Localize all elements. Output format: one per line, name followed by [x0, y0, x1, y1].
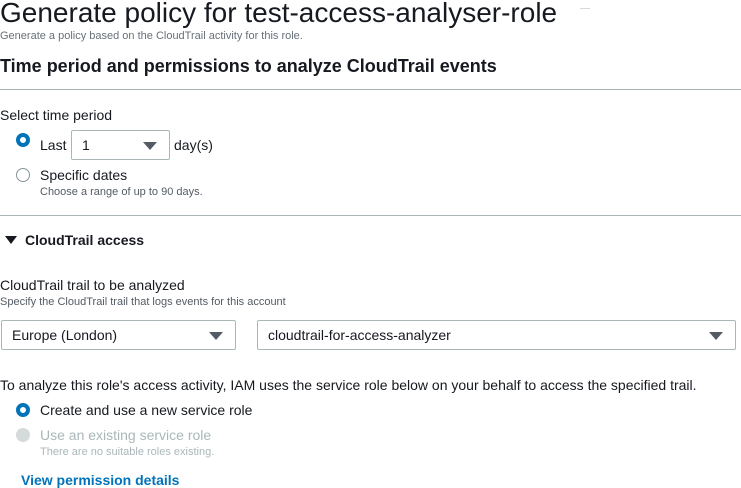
existing-role-label: Use an existing service role [40, 427, 212, 443]
days-select-value: 1 [82, 137, 90, 153]
section-heading: Time period and permissions to analyze C… [0, 56, 497, 76]
section-divider-2 [0, 215, 741, 216]
service-role-description: To analyze this role's access activity, … [0, 377, 697, 393]
last-days-label[interactable]: Last [40, 137, 66, 153]
chevron-down-icon [209, 332, 223, 340]
specific-dates-radio[interactable] [16, 168, 30, 182]
create-role-label[interactable]: Create and use a new service role [40, 402, 252, 418]
page-title: Generate policy for test-access-analyser… [0, 0, 558, 28]
region-select[interactable]: Europe (London) [1, 320, 236, 350]
caret-down-icon[interactable] [5, 236, 17, 244]
header-decoration [580, 8, 590, 9]
section-divider [0, 89, 741, 90]
region-select-value: Europe (London) [12, 327, 118, 343]
trail-select[interactable]: cloudtrail-for-access-analyzer [257, 320, 736, 350]
chevron-down-icon [143, 142, 157, 150]
trail-select-value: cloudtrail-for-access-analyzer [268, 327, 451, 343]
days-unit-label: day(s) [174, 137, 213, 153]
days-select[interactable]: 1 [71, 130, 170, 160]
page-subtitle: Generate a policy based on the CloudTrai… [0, 30, 303, 42]
time-period-label: Select time period [0, 107, 113, 123]
last-days-radio[interactable] [16, 133, 30, 147]
trail-hint: Specify the CloudTrail trail that logs e… [0, 296, 286, 308]
create-role-radio[interactable] [16, 403, 30, 417]
specific-dates-label[interactable]: Specific dates [40, 167, 127, 183]
existing-role-radio [16, 428, 30, 442]
cloudtrail-access-toggle[interactable]: CloudTrail access [25, 232, 144, 248]
specific-dates-hint: Choose a range of up to 90 days. [40, 186, 203, 198]
view-permission-details-link[interactable]: View permission details [21, 472, 179, 488]
chevron-down-icon [709, 332, 723, 340]
trail-label: CloudTrail trail to be analyzed [0, 277, 185, 293]
existing-role-hint: There are no suitable roles existing. [40, 446, 215, 458]
